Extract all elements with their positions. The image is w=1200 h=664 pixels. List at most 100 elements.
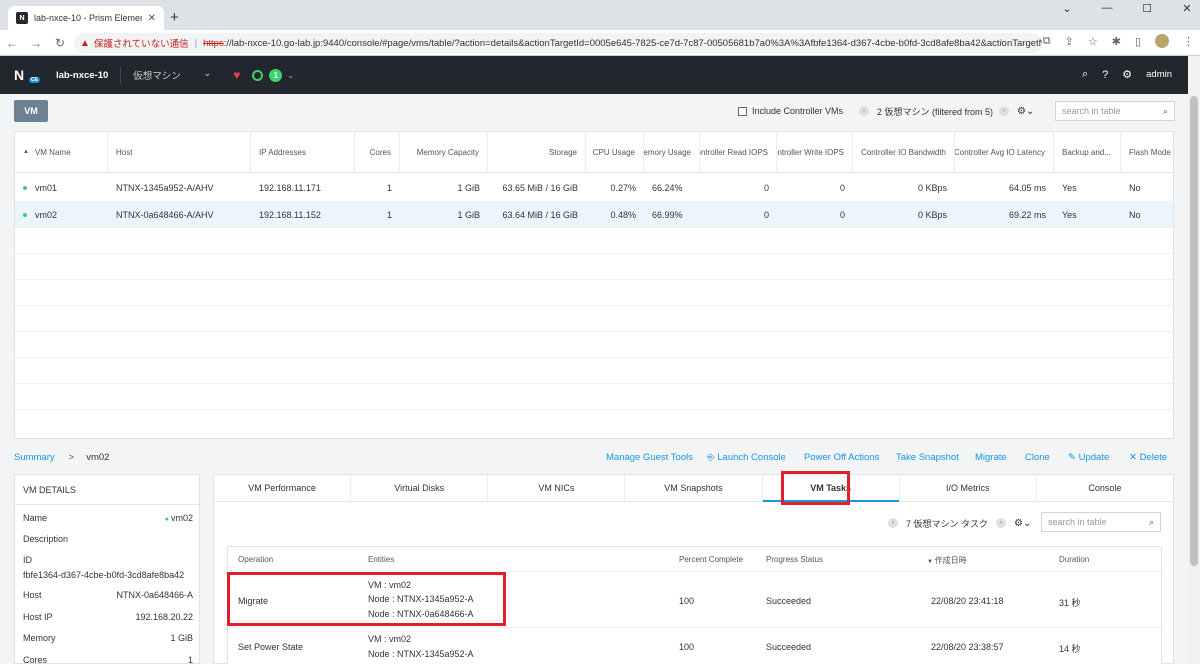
- forward-icon[interactable]: →: [24, 36, 48, 50]
- next-page-icon[interactable]: ›: [996, 518, 1007, 528]
- chevron-down-icon[interactable]: ⌄: [1060, 2, 1074, 15]
- ce-badge: CE: [29, 77, 40, 83]
- col-percent[interactable]: Percent Complete: [679, 555, 743, 564]
- reload-icon[interactable]: ↻: [48, 36, 72, 50]
- col-write-iops[interactable]: Controller Write IOPS: [777, 131, 853, 173]
- delete-button[interactable]: ✕ Delete: [1129, 452, 1167, 463]
- col-bandwidth[interactable]: Controller IO Bandwidth: [853, 131, 955, 173]
- table-row-selected[interactable]: vm02 NTNX-0a648466-A/AHV 192.168.11.152 …: [15, 202, 1173, 228]
- health-heart-icon[interactable]: ♥: [233, 68, 240, 82]
- alerts-count-badge[interactable]: 1: [269, 68, 283, 82]
- col-created[interactable]: ▼ 作成日時: [927, 555, 967, 566]
- search-icon[interactable]: ⌕: [1082, 68, 1088, 81]
- storage-cell: 63.65 MiB / 16 GiB: [502, 182, 578, 193]
- user-menu[interactable]: admin: [1146, 69, 1172, 80]
- main-menu-dropdown[interactable]: 仮想マシン ⌄: [133, 68, 211, 82]
- extensions-icon[interactable]: ✱: [1112, 35, 1121, 48]
- col-operation[interactable]: Operation: [238, 555, 273, 564]
- col-duration[interactable]: Duration: [1059, 555, 1089, 564]
- table-row[interactable]: vm01 NTNX-1345a952-A/AHV 192.168.11.171 …: [15, 174, 1173, 202]
- tab-vm-performance[interactable]: VM Performance: [214, 475, 352, 501]
- prev-page-icon[interactable]: ‹: [859, 106, 869, 116]
- col-latency[interactable]: Controller Avg IO Latency: [955, 131, 1054, 173]
- tab-virtual-disks[interactable]: Virtual Disks: [351, 475, 489, 501]
- tab-console[interactable]: Console: [1037, 475, 1173, 501]
- take-snapshot-button[interactable]: Take Snapshot: [896, 452, 959, 463]
- include-cvms-toggle[interactable]: Include Controller VMs: [738, 102, 843, 120]
- col-mem-usage[interactable]: Memory Usage: [644, 131, 700, 173]
- translate-icon[interactable]: ⧉: [1043, 35, 1051, 48]
- tasks-search-input[interactable]: search in table ⌕: [1041, 512, 1161, 532]
- col-read-iops[interactable]: Controller Read IOPS: [700, 131, 777, 173]
- vm-name-cell[interactable]: vm02: [15, 210, 108, 220]
- browser-tabstrip: N lab-nxce-10 - Prism Element ✕ + ⌄ — ☐ …: [0, 0, 1200, 30]
- breadcrumb-summary[interactable]: Summary: [14, 452, 55, 463]
- vm-create-button[interactable]: VM: [14, 100, 48, 122]
- vm-search-input[interactable]: search in table ⌕: [1055, 101, 1175, 121]
- col-memory[interactable]: Memory Capacity: [400, 131, 488, 173]
- cores-cell: 1: [386, 182, 392, 193]
- ip-cell: 192.168.11.171: [259, 182, 321, 193]
- col-ip[interactable]: IP Addresses: [251, 131, 355, 173]
- vm-name-cell[interactable]: vm01: [15, 183, 108, 193]
- profile-avatar[interactable]: [1155, 34, 1169, 48]
- col-cores[interactable]: Cores: [355, 131, 400, 173]
- col-storage[interactable]: Storage: [488, 131, 586, 173]
- col-cpu[interactable]: CPU Usage: [586, 131, 644, 173]
- flash-cell: No: [1129, 182, 1141, 193]
- back-icon[interactable]: ←: [0, 36, 24, 50]
- close-window-icon[interactable]: ✕: [1180, 2, 1194, 15]
- empty-row: [15, 410, 1173, 436]
- power-off-actions-button[interactable]: Power Off Actions: [804, 452, 879, 463]
- alerts-ring-icon[interactable]: [252, 69, 264, 81]
- power-on-icon: [23, 186, 27, 191]
- bookmark-star-icon[interactable]: ☆: [1088, 35, 1098, 48]
- scrollbar-thumb[interactable]: [1190, 96, 1198, 566]
- col-flash[interactable]: Flash Mode: [1121, 132, 1173, 173]
- close-tab-icon[interactable]: ✕: [148, 13, 156, 24]
- col-entities[interactable]: Entities: [368, 555, 394, 564]
- col-status[interactable]: Progress Status: [766, 555, 823, 564]
- cluster-name[interactable]: lab-nxce-10: [56, 70, 108, 81]
- browser-tab[interactable]: N lab-nxce-10 - Prism Element ✕: [8, 6, 164, 30]
- prev-page-icon[interactable]: ‹: [888, 518, 898, 528]
- latency-cell: 69.22 ms: [1008, 209, 1046, 220]
- clone-button[interactable]: Clone: [1025, 452, 1050, 463]
- warning-icon[interactable]: ▲: [80, 38, 90, 49]
- url-input[interactable]: ▲ 保護されていない通信 | https ://lab-nxce-10.go-l…: [74, 33, 1042, 53]
- sidepanel-icon[interactable]: ▯: [1135, 35, 1141, 48]
- minimize-icon[interactable]: —: [1100, 2, 1114, 15]
- launch-console-button[interactable]: ⎆ Launch Console: [707, 452, 786, 463]
- page-scrollbar[interactable]: [1188, 56, 1200, 664]
- manage-guest-tools-button[interactable]: Manage Guest Tools: [606, 452, 693, 463]
- status-cell: Succeeded: [766, 596, 812, 606]
- browser-menu-icon[interactable]: ⋮: [1183, 35, 1194, 48]
- col-backup[interactable]: Backup and...: [1054, 131, 1121, 173]
- chevron-down-icon[interactable]: ⌄: [287, 71, 294, 80]
- window-controls: ⌄ — ☐ ✕: [1060, 2, 1194, 15]
- new-tab-icon[interactable]: +: [170, 9, 179, 26]
- nutanix-logo[interactable]: N CE: [14, 67, 40, 83]
- empty-row: [15, 254, 1173, 280]
- update-button[interactable]: ✎ Update: [1068, 452, 1109, 463]
- include-cvms-checkbox[interactable]: [738, 106, 747, 116]
- mem-usage-cell: 66.24%: [652, 182, 683, 193]
- security-label[interactable]: 保護されていない通信: [94, 36, 189, 50]
- tab-vm-nics[interactable]: VM NICs: [488, 475, 626, 501]
- table-settings-gear-icon[interactable]: ⚙⌄: [1017, 106, 1034, 117]
- tab-vm-snapshots[interactable]: VM Snapshots: [625, 475, 763, 501]
- help-icon[interactable]: ?: [1102, 69, 1108, 81]
- tab-io-metrics[interactable]: I/O Metrics: [900, 475, 1037, 501]
- maximize-icon[interactable]: ☐: [1140, 2, 1154, 15]
- tasks-count-label: 7 仮想マシン タスク: [906, 518, 989, 529]
- settings-gear-icon[interactable]: ⚙: [1122, 68, 1132, 81]
- migrate-button[interactable]: Migrate: [975, 452, 1007, 463]
- col-host[interactable]: Host: [108, 131, 251, 173]
- next-page-icon[interactable]: ›: [999, 106, 1010, 116]
- share-icon[interactable]: ⇪: [1065, 35, 1074, 48]
- table-row[interactable]: Set Power State VM : vm02 Node : NTNX-13…: [228, 628, 1161, 664]
- duration-cell: 14 秒: [1059, 644, 1081, 654]
- cpu-cell: 0.27%: [610, 182, 636, 193]
- col-vm-name[interactable]: ▲ VM Name: [15, 131, 108, 173]
- table-settings-gear-icon[interactable]: ⚙⌄: [1014, 518, 1031, 529]
